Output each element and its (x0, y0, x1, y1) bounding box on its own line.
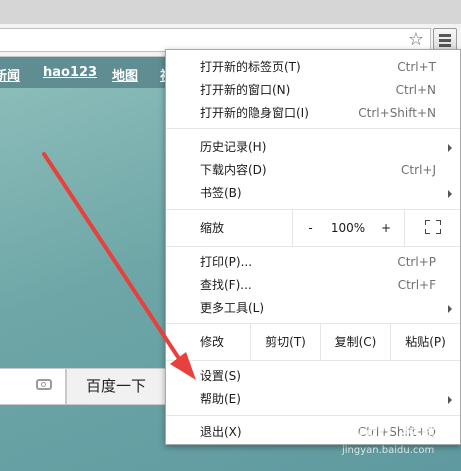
watermark-url: jingyan.baidu.com (342, 445, 435, 456)
watermark-logo: Baidu 经验 (330, 422, 439, 443)
annotation-arrow-shaft (42, 152, 182, 362)
annotation-arrow-head (170, 352, 196, 380)
annotation-arrow (42, 152, 196, 380)
watermark: Baidu 经验 jingyan.baidu.com (330, 418, 460, 468)
